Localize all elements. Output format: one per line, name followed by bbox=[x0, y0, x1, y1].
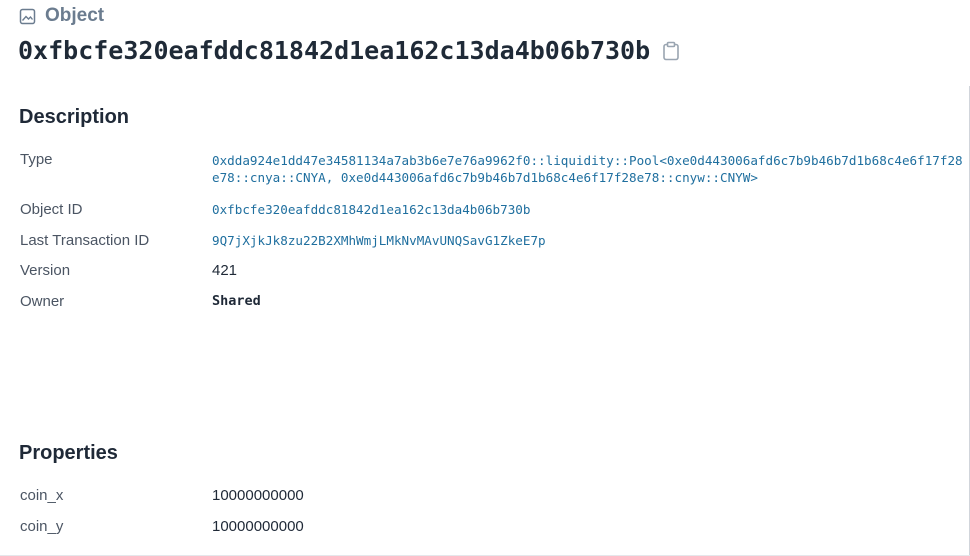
last-transaction-label: Last Transaction ID bbox=[20, 232, 150, 249]
property-label-coin-x: coin_x bbox=[20, 487, 64, 504]
object-kind-header: Object bbox=[19, 5, 104, 27]
object-title-row: 0xfbcfe320eafddc81842d1ea162c13da4b06b73… bbox=[18, 36, 680, 65]
owner-value: Shared bbox=[212, 293, 261, 309]
object-kind-label: Object bbox=[45, 5, 105, 26]
description-heading: Description bbox=[19, 106, 130, 128]
type-link[interactable]: 0xdda924e1dd47e34581134a7ab3b6e7e76a9962… bbox=[212, 152, 968, 186]
version-label: Version bbox=[20, 262, 71, 279]
image-icon bbox=[19, 8, 36, 25]
version-value: 421 bbox=[212, 262, 238, 279]
page-title: 0xfbcfe320eafddc81842d1ea162c13da4b06b73… bbox=[18, 36, 651, 65]
object-id-link[interactable]: 0xfbcfe320eafddc81842d1ea162c13da4b06b73… bbox=[212, 202, 530, 217]
object-id-label: Object ID bbox=[20, 201, 83, 218]
owner-label: Owner bbox=[20, 293, 65, 310]
properties-heading: Properties bbox=[19, 442, 118, 464]
last-transaction-link[interactable]: 9Q7jXjkJk8zu22B2XMhWmjLMkNvMAvUNQSavG1Zk… bbox=[212, 233, 546, 248]
clipboard-icon[interactable] bbox=[662, 41, 680, 61]
property-label-coin-y: coin_y bbox=[20, 518, 64, 535]
type-label: Type bbox=[20, 151, 53, 168]
property-value-coin-y: 10000000000 bbox=[212, 518, 304, 535]
property-value-coin-x: 10000000000 bbox=[212, 487, 304, 504]
